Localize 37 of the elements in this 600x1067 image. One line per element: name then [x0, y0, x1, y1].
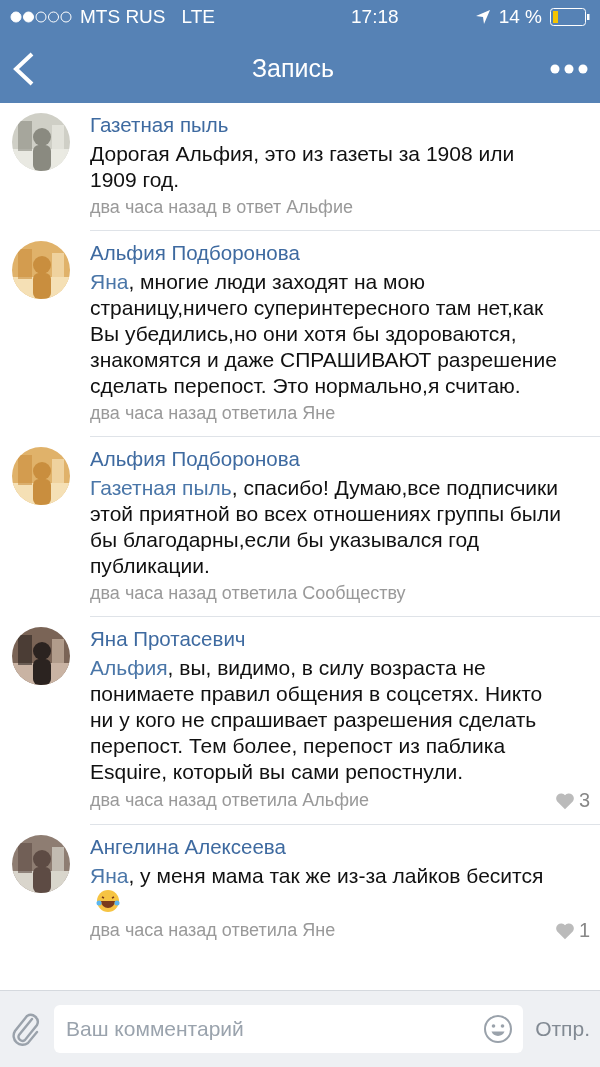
- signal-icon: [10, 11, 72, 23]
- comment-meta: два часа назад ответила Яне: [90, 920, 336, 941]
- paperclip-icon[interactable]: [10, 1011, 42, 1047]
- author-name[interactable]: Альфия Подборонова: [90, 241, 590, 265]
- heart-icon[interactable]: [554, 921, 575, 940]
- mention-link[interactable]: Газетная пыль: [90, 476, 232, 499]
- comment-text: Альфия, вы, видимо, в силу возраста не понимаете правил общения в соцсетях. Никто ни у кого не спрашивает разрешения сделать перепост. Тем более, перепост из паблика Esquire, который вы сами репостнули.: [90, 655, 544, 785]
- location-arrow-icon: [474, 9, 491, 25]
- heart-icon[interactable]: [554, 791, 575, 810]
- author-name[interactable]: Яна Протасевич: [90, 627, 590, 651]
- comment-meta: два часа назад ответила Сообществу: [90, 583, 406, 604]
- comment-text: Газетная пыль, спасибо! Думаю,все подписчики этой приятной во всех отношениях группы были бы благодарны,если бы указывался год публикации.: [90, 475, 562, 579]
- comment-text: Яна, у меня мама так же из-за лайков бесится: [90, 863, 590, 915]
- comment-field[interactable]: Ваш комментарий: [54, 1005, 524, 1053]
- comment-text: Яна, многие люди заходят на мою страницу,ничего суперинтересного там нет,как Вы убедились,но они хотя бы здороваются, знакомятся и даже СПРАШИВАЮТ разрешение сделать перепост. Это нормально,я считаю.: [90, 269, 558, 399]
- like-count: 3: [578, 789, 590, 812]
- network-type: LTE: [181, 6, 215, 28]
- like-count: 1: [578, 919, 590, 942]
- battery-icon: [550, 8, 590, 26]
- back-icon[interactable]: [12, 51, 36, 86]
- comment-text: Дорогая Альфия, это из газеты за 1908 или 1909 год.: [90, 141, 516, 193]
- more-icon[interactable]: [550, 63, 588, 74]
- smiley-icon[interactable]: [483, 1014, 514, 1044]
- mention-link[interactable]: Яна: [90, 864, 129, 887]
- carrier-name: MTS RUS: [80, 6, 166, 28]
- send-button[interactable]: Отпр.: [535, 1017, 590, 1041]
- author-name[interactable]: Альфия Подборонова: [90, 447, 590, 471]
- clock-time: 17:18: [350, 6, 399, 28]
- author-name[interactable]: Газетная пыль: [90, 113, 590, 137]
- comment-meta: два часа назад ответила Альфие: [90, 790, 369, 811]
- battery-percent: 14 %: [498, 6, 542, 28]
- comment-meta: два часа назад ответила Яне: [90, 403, 336, 424]
- comment-meta: два часа назад в ответ Альфие: [90, 197, 353, 218]
- mention-link[interactable]: Альфия: [90, 656, 168, 679]
- nav-title: Запись: [252, 54, 334, 83]
- author-name[interactable]: Ангелина Алексеева: [90, 835, 590, 859]
- mention-link[interactable]: Яна: [90, 270, 129, 293]
